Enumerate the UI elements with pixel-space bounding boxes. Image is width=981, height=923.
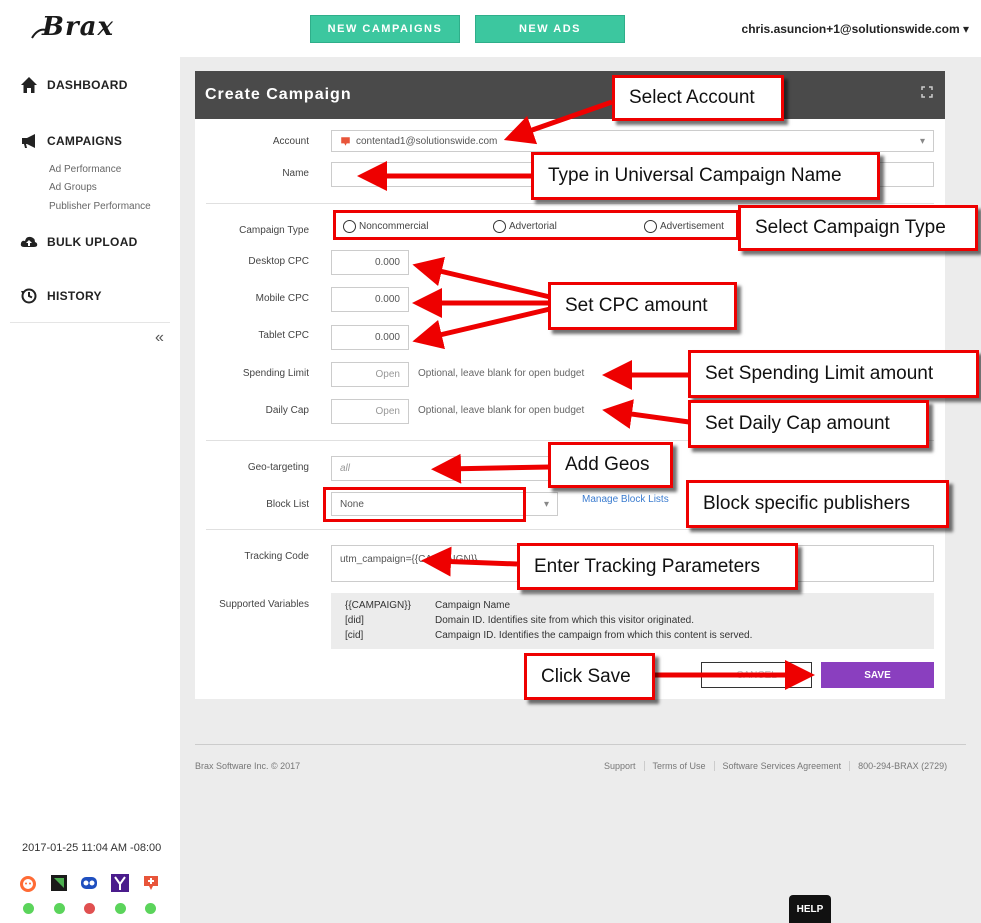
placeholder: Open bbox=[375, 369, 400, 380]
callout-select-account: Select Account bbox=[612, 75, 784, 121]
spending-limit-label: Spending Limit bbox=[242, 368, 309, 379]
block-list-label: Block List bbox=[266, 499, 309, 510]
footer-link-support[interactable]: Support bbox=[604, 761, 645, 771]
tracking-code-label: Tracking Code bbox=[244, 551, 309, 562]
variable-key: [cid] bbox=[345, 630, 364, 641]
desktop-cpc-input[interactable]: 0.000 bbox=[331, 250, 409, 275]
account-label: Account bbox=[272, 136, 309, 147]
tablet-cpc-label: Tablet CPC bbox=[258, 330, 309, 341]
yahoo-icon[interactable] bbox=[111, 874, 129, 892]
spending-limit-input[interactable]: Open bbox=[331, 362, 409, 387]
spending-hint: Optional, leave blank for open budget bbox=[418, 368, 585, 379]
mobile-cpc-input[interactable]: 0.000 bbox=[331, 287, 409, 312]
footer-link-terms[interactable]: Terms of Use bbox=[645, 761, 715, 771]
cloud-upload-icon bbox=[20, 236, 38, 247]
new-ads-button[interactable]: NEW ADS bbox=[475, 15, 625, 43]
cancel-button[interactable]: CANCEL bbox=[701, 662, 812, 688]
new-campaigns-button[interactable]: NEW CAMPAIGNS bbox=[310, 15, 460, 43]
network-arrow-icon[interactable] bbox=[50, 874, 68, 892]
footer-copyright: Brax Software Inc. © 2017 bbox=[195, 761, 301, 771]
callout-campaign-name: Type in Universal Campaign Name bbox=[531, 152, 880, 200]
daily-cap-input[interactable]: Open bbox=[331, 399, 409, 424]
variable-key: [did] bbox=[345, 615, 364, 626]
home-icon bbox=[21, 77, 37, 93]
variable-key: {{CAMPAIGN}} bbox=[345, 600, 411, 611]
history-icon bbox=[21, 288, 37, 304]
sidebar: DASHBOARD CAMPAIGNS Ad Performance Ad Gr… bbox=[0, 57, 180, 923]
logo-swoosh-icon bbox=[31, 28, 47, 39]
sidebar-item-history[interactable]: HISTORY bbox=[20, 287, 102, 305]
sidebar-divider bbox=[10, 322, 170, 323]
placeholder: all bbox=[340, 463, 351, 474]
daily-cap-hint: Optional, leave blank for open budget bbox=[418, 405, 585, 416]
top-bar: Brax NEW CAMPAIGNS NEW ADS chris.asuncio… bbox=[0, 0, 981, 57]
name-label: Name bbox=[282, 168, 309, 179]
sidebar-item-label: BULK UPLOAD bbox=[47, 235, 138, 249]
sidebar-item-dashboard[interactable]: DASHBOARD bbox=[20, 76, 128, 94]
campaign-type-label: Campaign Type bbox=[239, 225, 309, 236]
sidebar-item-label: HISTORY bbox=[47, 289, 102, 303]
variable-desc: Campaign Name bbox=[435, 600, 511, 611]
campaign-type-highlight bbox=[333, 210, 739, 240]
status-dot-1 bbox=[23, 903, 34, 914]
callout-campaign-type: Select Campaign Type bbox=[738, 205, 978, 251]
account-value: contentad1@solutionswide.com bbox=[356, 135, 498, 147]
status-dot-2 bbox=[54, 903, 65, 914]
reddit-icon[interactable] bbox=[19, 874, 37, 892]
help-button[interactable]: HELP bbox=[789, 895, 831, 923]
geo-targeting-label: Geo-targeting bbox=[247, 462, 309, 473]
outbrain-icon[interactable] bbox=[80, 874, 98, 892]
geo-targeting-input[interactable]: all bbox=[331, 456, 556, 481]
callout-tracking: Enter Tracking Parameters bbox=[517, 543, 798, 590]
divider bbox=[206, 203, 934, 204]
callout-geos: Add Geos bbox=[548, 442, 673, 488]
tracking-value: utm_campaign={{CAMPAIGN}} bbox=[340, 554, 478, 565]
variable-desc: Campaign ID. Identifies the campaign fro… bbox=[435, 630, 753, 641]
chevron-down-icon: ▾ bbox=[543, 498, 549, 510]
expand-icon[interactable] bbox=[921, 86, 933, 98]
footer-phone: 800-294-BRAX (2729) bbox=[858, 761, 948, 771]
sidebar-subitem-ad-performance[interactable]: Ad Performance bbox=[49, 164, 121, 175]
daily-cap-label: Daily Cap bbox=[265, 405, 309, 416]
user-menu[interactable]: chris.asuncion+1@solutionswide.com ▾ bbox=[742, 22, 969, 36]
chevron-down-icon: ▾ bbox=[919, 135, 925, 147]
save-button[interactable]: SAVE bbox=[821, 662, 934, 688]
sidebar-item-label: CAMPAIGNS bbox=[47, 134, 123, 148]
contentad-icon[interactable] bbox=[142, 874, 160, 892]
callout-save: Click Save bbox=[524, 653, 655, 700]
variable-desc: Domain ID. Identifies site from which th… bbox=[435, 615, 694, 626]
sidebar-item-label: DASHBOARD bbox=[47, 78, 128, 92]
footer-links: Support Terms of Use Software Services A… bbox=[604, 761, 955, 771]
brax-logo[interactable]: Brax bbox=[42, 12, 114, 42]
sidebar-item-campaigns[interactable]: CAMPAIGNS bbox=[20, 132, 122, 150]
callout-spending: Set Spending Limit amount bbox=[688, 350, 979, 398]
manage-block-lists-link[interactable]: Manage Block Lists bbox=[582, 494, 669, 505]
status-dot-3 bbox=[84, 903, 95, 914]
mobile-cpc-label: Mobile CPC bbox=[255, 293, 309, 304]
contentad-icon bbox=[341, 136, 350, 146]
timestamp: 2017-01-25 11:04 AM -08:00 bbox=[22, 842, 162, 854]
tablet-cpc-input[interactable]: 0.000 bbox=[331, 325, 409, 350]
account-select[interactable]: contentad1@solutionswide.com ▾ bbox=[331, 130, 934, 152]
placeholder: Open bbox=[375, 406, 400, 417]
desktop-cpc-label: Desktop CPC bbox=[248, 256, 309, 267]
callout-daily: Set Daily Cap amount bbox=[688, 400, 929, 448]
supported-variables-label: Supported Variables bbox=[219, 599, 309, 610]
callout-block: Block specific publishers bbox=[686, 480, 949, 528]
status-dot-4 bbox=[115, 903, 126, 914]
callout-cpc: Set CPC amount bbox=[548, 282, 737, 330]
sidebar-item-bulk-upload[interactable]: BULK UPLOAD bbox=[20, 233, 138, 251]
megaphone-icon bbox=[22, 134, 35, 148]
status-dot-5 bbox=[145, 903, 156, 914]
footer-divider bbox=[195, 744, 966, 745]
sidebar-subitem-publisher-performance[interactable]: Publisher Performance bbox=[49, 201, 151, 212]
sidebar-subitem-ad-groups[interactable]: Ad Groups bbox=[49, 182, 97, 193]
collapse-sidebar-icon[interactable]: « bbox=[155, 329, 164, 347]
page-title: Create Campaign bbox=[205, 86, 352, 103]
divider bbox=[206, 529, 934, 530]
variables-box: {{CAMPAIGN}} Campaign Name [did] Domain ID… bbox=[331, 593, 934, 649]
footer-link-agreement[interactable]: Software Services Agreement bbox=[715, 761, 851, 771]
block-list-highlight bbox=[323, 487, 526, 522]
